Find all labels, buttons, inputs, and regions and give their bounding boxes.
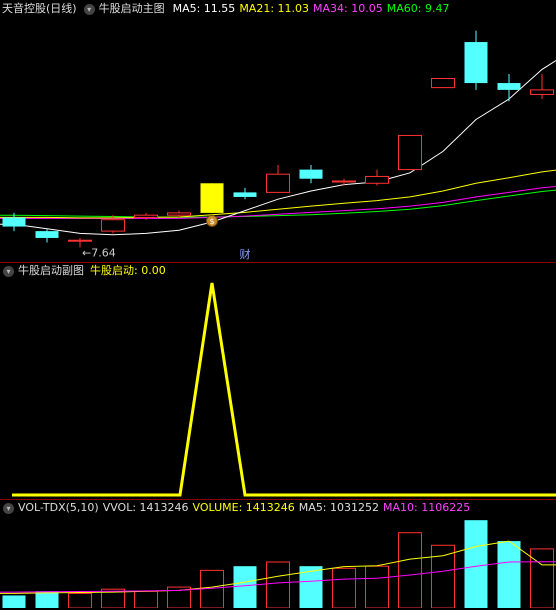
sub-series-label: 牛股启动: 0.00 (90, 264, 166, 277)
volume-bar (398, 532, 422, 608)
volume-label: VOLUME: 1413246 (192, 501, 295, 514)
candle-body (134, 214, 158, 218)
volume-bar (530, 548, 554, 608)
volume-bar (266, 561, 290, 608)
candle-body (332, 180, 356, 183)
ma5-label: MA5: 11.55 (172, 2, 236, 15)
signal-candle (200, 183, 224, 213)
main-indicator-name[interactable]: 牛股启动主图 (99, 1, 165, 17)
volume-bar (68, 592, 92, 608)
candle-body (530, 89, 554, 95)
chevron-down-icon[interactable]: ▾ (3, 502, 14, 514)
candle-body (35, 231, 59, 238)
candle-body (365, 175, 389, 184)
finance-event-marker: 财 (240, 247, 251, 261)
candle-body (266, 173, 290, 193)
ma34-label: MA34: 10.05 (313, 2, 383, 15)
volume-bar (2, 595, 26, 608)
ma60-label: MA60: 9.47 (386, 2, 450, 15)
sub-chart-header: ▾ 牛股启动副图 牛股启动: 0.00 (0, 263, 556, 279)
volume-bar (233, 566, 257, 608)
ma-line-ma60 (0, 189, 556, 218)
signal-line (12, 282, 556, 497)
ma21-label: MA21: 11.03 (239, 2, 310, 15)
vol-ma10-label: MA10: 1106225 (383, 501, 471, 514)
volume-bar (332, 567, 356, 608)
low-price-marker: ←7.64 (82, 247, 116, 260)
main-chart-header: 天音控股(日线) ▾ 牛股启动主图 MA5: 11.55 MA21: 11.03… (0, 1, 556, 17)
candle-body (497, 83, 521, 90)
chevron-down-icon[interactable]: ▾ (83, 3, 95, 15)
volume-bar (134, 590, 158, 608)
candle-body (233, 192, 257, 197)
sub-indicator-name[interactable]: 牛股启动副图 (18, 263, 84, 279)
candle-body (431, 78, 455, 89)
volume-bar (464, 520, 488, 608)
volume-bar (431, 544, 455, 608)
candle-body (68, 239, 92, 242)
candle-body (398, 134, 422, 171)
stock-name[interactable]: 天音控股(日线) (2, 1, 77, 17)
volume-bar (365, 565, 389, 608)
chevron-down-icon[interactable]: ▾ (3, 265, 14, 277)
vol-indicator-name[interactable]: VOL-TDX(5,10) (18, 500, 99, 516)
signal-line-chart[interactable] (0, 279, 556, 499)
main-candlestick-chart[interactable]: $ ←7.64 财 (0, 17, 556, 263)
vol-ma5-label: MA5: 1031252 (298, 501, 380, 514)
volume-bar-chart[interactable] (0, 516, 556, 608)
ma-line-ma5 (0, 60, 556, 236)
volume-chart-header: ▾ VOL-TDX(5,10) VVOL: 1413246 VOLUME: 14… (0, 500, 556, 516)
money-bag-glyph: $ (209, 217, 214, 226)
volume-bar (497, 541, 521, 608)
candle-body (101, 219, 125, 232)
candle-body (464, 42, 488, 84)
candle-body (2, 217, 26, 227)
vvol-label: VVOL: 1413246 (102, 501, 189, 514)
volume-bar (35, 591, 59, 608)
candle-body (299, 169, 323, 179)
candle-body (167, 212, 191, 216)
